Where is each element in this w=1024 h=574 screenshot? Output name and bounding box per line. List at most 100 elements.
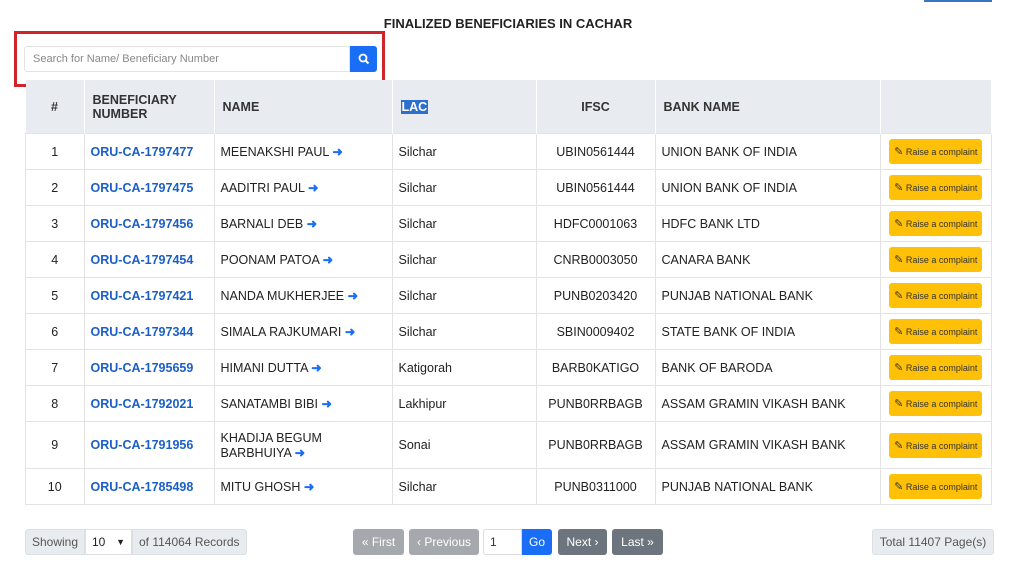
sign-in-icon[interactable]: ➜ <box>307 217 317 231</box>
name-cell: KHADIJA BEGUM BARBHUIYA ➜ <box>213 421 393 469</box>
lac-cell: Lakhipur <box>391 385 537 422</box>
bank-name-cell: HDFC BANK LTD <box>654 205 881 242</box>
beneficiaries-table: # BENEFICIARY NUMBER NAME LAC IFSC BANK … <box>25 80 992 505</box>
action-cell: ✎ Raise a complaint <box>879 421 992 469</box>
sign-in-icon[interactable]: ➜ <box>308 181 318 195</box>
page-title: FINALIZED BENEFICIARIES IN CACHAR <box>383 16 633 31</box>
beneficiary-number-link[interactable]: ORU-CA-1797344 <box>83 313 215 350</box>
pencil-icon: ✎ <box>894 398 904 410</box>
ifsc-cell: SBIN0009402 <box>535 313 656 350</box>
name-cell: NANDA MUKHERJEE ➜ <box>213 277 393 314</box>
search-button[interactable] <box>350 46 377 72</box>
name-cell: HIMANI DUTTA ➜ <box>213 349 393 386</box>
ifsc-cell: UBIN0561444 <box>535 169 656 206</box>
ifsc-cell: PUNB0311000 <box>535 468 656 505</box>
beneficiary-number-link[interactable]: ORU-CA-1797454 <box>83 241 215 278</box>
row-number: 3 <box>25 205 85 242</box>
bank-name-cell: PUNJAB NATIONAL BANK <box>654 468 881 505</box>
bank-name-cell: STATE BANK OF INDIA <box>654 313 881 350</box>
sign-in-icon[interactable]: ➜ <box>321 397 331 411</box>
raise-complaint-button[interactable]: ✎ Raise a complaint <box>889 283 983 308</box>
table-row: 6 ORU-CA-1797344 SIMALA RAJKUMARI ➜ Silc… <box>25 313 992 350</box>
search-input[interactable]: Search for Name/ Beneficiary Number <box>24 46 350 72</box>
action-cell: ✎ Raise a complaint <box>879 349 992 386</box>
top-button-edge[interactable] <box>924 0 992 2</box>
sign-in-icon[interactable]: ➜ <box>311 361 321 375</box>
beneficiary-number-link[interactable]: ORU-CA-1785498 <box>83 468 215 505</box>
table-row: 5 ORU-CA-1797421 NANDA MUKHERJEE ➜ Silch… <box>25 277 992 314</box>
table-row: 9 ORU-CA-1791956 KHADIJA BEGUM BARBHUIYA… <box>25 421 992 469</box>
name-cell: SIMALA RAJKUMARI ➜ <box>213 313 393 350</box>
table-row: 1 ORU-CA-1797477 MEENAKSHI PAUL ➜ Silcha… <box>25 133 992 170</box>
action-cell: ✎ Raise a complaint <box>879 205 992 242</box>
pencil-icon: ✎ <box>894 218 904 230</box>
go-button[interactable]: Go <box>522 529 552 555</box>
pencil-icon: ✎ <box>894 254 904 266</box>
sign-in-icon[interactable]: ➜ <box>345 325 355 339</box>
row-number: 4 <box>25 241 85 278</box>
raise-complaint-button[interactable]: ✎ Raise a complaint <box>889 139 983 164</box>
lac-cell: Silchar <box>391 133 537 170</box>
page-number-input[interactable]: 1 <box>483 529 522 555</box>
raise-complaint-button[interactable]: ✎ Raise a complaint <box>889 247 983 272</box>
row-number: 1 <box>25 133 85 170</box>
lac-cell: Silchar <box>391 169 537 206</box>
lac-cell: Silchar <box>391 277 537 314</box>
sign-in-icon[interactable]: ➜ <box>332 145 342 159</box>
row-number: 2 <box>25 169 85 206</box>
name-cell: POONAM PATOA ➜ <box>213 241 393 278</box>
action-cell: ✎ Raise a complaint <box>879 133 992 170</box>
bank-name-cell: CANARA BANK <box>654 241 881 278</box>
name-cell: BARNALI DEB ➜ <box>213 205 393 242</box>
beneficiary-number-link[interactable]: ORU-CA-1797475 <box>83 169 215 206</box>
row-number: 8 <box>25 385 85 422</box>
search-icon <box>358 53 369 65</box>
raise-complaint-button[interactable]: ✎ Raise a complaint <box>889 391 983 416</box>
col-action <box>880 80 992 134</box>
ifsc-cell: CNRB0003050 <box>535 241 656 278</box>
pencil-icon: ✎ <box>894 481 904 493</box>
beneficiary-number-link[interactable]: ORU-CA-1795659 <box>83 349 215 386</box>
sign-in-icon[interactable]: ➜ <box>348 289 358 303</box>
next-button[interactable]: Next › <box>558 529 607 555</box>
action-cell: ✎ Raise a complaint <box>879 169 992 206</box>
action-cell: ✎ Raise a complaint <box>879 385 992 422</box>
table-row: 10 ORU-CA-1785498 MITU GHOSH ➜ Silchar P… <box>25 468 992 505</box>
beneficiary-number-link[interactable]: ORU-CA-1797477 <box>83 133 215 170</box>
sign-in-icon[interactable]: ➜ <box>295 446 305 460</box>
raise-complaint-button[interactable]: ✎ Raise a complaint <box>889 211 983 236</box>
action-cell: ✎ Raise a complaint <box>879 468 992 505</box>
lac-cell: Silchar <box>391 468 537 505</box>
ifsc-cell: PUNB0RRBAGB <box>535 385 656 422</box>
action-cell: ✎ Raise a complaint <box>879 241 992 278</box>
first-button[interactable]: « First <box>353 529 404 555</box>
lac-cell: Sonai <box>391 421 537 469</box>
ifsc-cell: PUNB0203420 <box>535 277 656 314</box>
beneficiary-number-link[interactable]: ORU-CA-1797421 <box>83 277 215 314</box>
col-name: NAME <box>214 80 393 134</box>
page-size-select[interactable]: 10 ▼ <box>85 529 132 555</box>
raise-complaint-button[interactable]: ✎ Raise a complaint <box>889 474 983 499</box>
beneficiary-number-link[interactable]: ORU-CA-1792021 <box>83 385 215 422</box>
previous-button[interactable]: ‹ Previous <box>409 529 479 555</box>
raise-complaint-button[interactable]: ✎ Raise a complaint <box>889 432 983 458</box>
raise-complaint-button[interactable]: ✎ Raise a complaint <box>889 319 983 344</box>
table-row: 7 ORU-CA-1795659 HIMANI DUTTA ➜ Katigora… <box>25 349 992 386</box>
beneficiary-number-link[interactable]: ORU-CA-1791956 <box>83 421 215 469</box>
beneficiary-number-link[interactable]: ORU-CA-1797456 <box>83 205 215 242</box>
pencil-icon: ✎ <box>894 182 904 194</box>
raise-complaint-button[interactable]: ✎ Raise a complaint <box>889 175 983 200</box>
pencil-icon: ✎ <box>894 326 904 338</box>
pencil-icon: ✎ <box>894 439 904 452</box>
lac-cell: Katigorah <box>391 349 537 386</box>
name-cell: MITU GHOSH ➜ <box>213 468 393 505</box>
raise-complaint-button[interactable]: ✎ Raise a complaint <box>889 355 983 380</box>
table-row: 4 ORU-CA-1797454 POONAM PATOA ➜ Silchar … <box>25 241 992 278</box>
sign-in-icon[interactable]: ➜ <box>323 253 333 267</box>
ifsc-cell: BARB0KATIGO <box>535 349 656 386</box>
total-pages: Total 11407 Page(s) <box>872 529 994 555</box>
last-button[interactable]: Last » <box>612 529 663 555</box>
sign-in-icon[interactable]: ➜ <box>304 480 314 494</box>
action-cell: ✎ Raise a complaint <box>879 313 992 350</box>
row-number: 5 <box>25 277 85 314</box>
